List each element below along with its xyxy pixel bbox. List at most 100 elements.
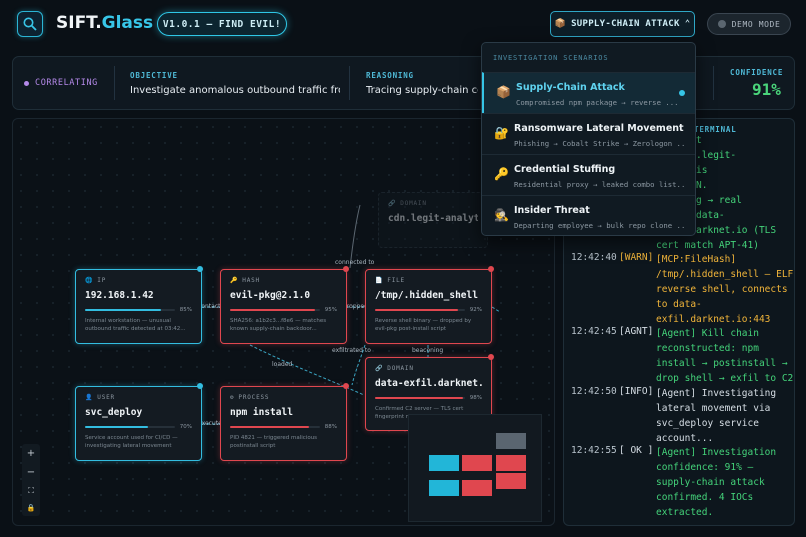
graph-node-ghost-domain[interactable]: 🔗DOMAIN cdn.legit-analytics...: [378, 192, 488, 248]
graph-node-ip[interactable]: 🌐 IP 192.168.1.42 85% Internal workstatio…: [75, 269, 202, 344]
node-description: Internal workstation — unusual outbound …: [85, 318, 186, 332]
package-icon: 📦: [554, 19, 567, 29]
log-level: [WARN]: [619, 252, 654, 263]
node-value: data-exfil.darknet.io: [375, 378, 482, 389]
scenario-item-insider-threat[interactable]: 🕵 Insider Threat Departing employee → bu…: [482, 195, 695, 236]
selected-indicator: [679, 90, 685, 96]
file-icon: 📄: [375, 277, 384, 284]
gear-icon: ⚙: [230, 394, 235, 401]
fit-view-button[interactable]: ⛶: [28, 486, 34, 496]
scenario-subtitle: Residential proxy → leaked combo list...: [514, 180, 686, 189]
node-port[interactable]: [343, 383, 349, 389]
lock-icon[interactable]: 🔒: [27, 504, 36, 512]
lock-icon: 🔐: [494, 126, 509, 140]
demo-mode-toggle[interactable]: DEMO MODE: [707, 13, 791, 35]
confidence-value: 91%: [752, 80, 781, 99]
graph-node-user[interactable]: 👤 USER svc_deploy 70% Service account use…: [75, 386, 202, 461]
node-port[interactable]: [197, 266, 203, 272]
log-timestamp: 12:42:50: [571, 386, 617, 397]
node-description: PID 4821 — triggered malicious postinsta…: [230, 435, 318, 449]
node-value: 192.168.1.42: [85, 290, 154, 301]
demo-mode-label: DEMO MODE: [731, 19, 781, 29]
zoom-in-button[interactable]: +: [27, 448, 35, 459]
node-type: HASH: [242, 277, 260, 284]
version-badge: V1.0.1 — FIND EVIL!: [157, 12, 287, 36]
node-type: PROCESS: [238, 394, 270, 401]
log-message: [MCP:FileHash] /tmp/.hidden_shell — ELF …: [656, 254, 794, 325]
scenario-selector-button[interactable]: 📦 SUPPLY-CHAIN ATTACK ⌃: [550, 11, 695, 37]
confidence-bar: [230, 309, 316, 311]
edge-label-connected-to: connected to: [335, 259, 375, 266]
node-value: evil-pkg@2.1.0: [230, 290, 311, 301]
app-logo[interactable]: [17, 11, 43, 37]
confidence-bar: [375, 397, 463, 399]
dropdown-header: INVESTIGATION SCENARIOS: [493, 54, 609, 62]
log-timestamp: 12:42:45: [571, 326, 617, 337]
minimap-node: [429, 480, 459, 496]
log-message: [Agent] Investigation confidence: 91% — …: [656, 447, 777, 518]
app-brand: SIFT.Glass: [56, 13, 154, 33]
detective-icon: 🕵: [494, 208, 509, 222]
node-type: DOMAIN: [387, 365, 414, 372]
node-port[interactable]: [343, 266, 349, 272]
confidence-bar: [230, 426, 309, 428]
edge-label-exfiltrated-to: exfiltrated to: [332, 347, 371, 354]
confidence-bar: [85, 426, 148, 428]
confidence-bar: [85, 309, 162, 311]
scenario-subtitle: Phishing → Cobalt Strike → Zerologon ...: [514, 139, 686, 148]
minimap-node: [496, 473, 526, 489]
scenario-item-supply-chain[interactable]: 📦 Supply-Chain Attack Compromised npm pa…: [482, 72, 695, 113]
node-description: SHA256: a1b2c3...f8e6 — matches known su…: [230, 318, 327, 332]
divider: [114, 66, 115, 100]
link-icon: 🔗: [375, 365, 384, 372]
minimap[interactable]: [408, 414, 542, 522]
node-value: svc_deploy: [85, 407, 143, 418]
divider: [713, 66, 714, 100]
graph-node-process[interactable]: ⚙ PROCESS npm install 88% PID 4821 — trig…: [220, 386, 347, 461]
globe-icon: 🌐: [85, 277, 94, 284]
node-type: IP: [97, 277, 107, 284]
node-port[interactable]: [488, 266, 494, 272]
link-icon: 🔗: [388, 200, 397, 207]
node-description: Reverse shell binary — dropped by evil-p…: [375, 318, 472, 332]
log-message: [Agent] Kill chain reconstructed: npm in…: [656, 328, 794, 384]
scenario-item-credential-stuffing[interactable]: 🔑 Credential Stuffing Residential proxy …: [482, 154, 695, 195]
node-value: npm install: [230, 407, 293, 418]
scenario-title: Credential Stuffing: [514, 164, 616, 175]
scenario-title: Supply-Chain Attack: [516, 82, 625, 93]
magnifier-icon: [23, 17, 37, 31]
edge-label-loaded: loaded: [272, 361, 293, 368]
node-type: USER: [97, 394, 115, 401]
log-timestamp: 12:42:40: [571, 252, 617, 263]
log-message: [Agent] Investigating lateral movement v…: [656, 388, 777, 444]
graph-node-file[interactable]: 📄 FILE /tmp/.hidden_shell 92% Reverse she…: [365, 269, 492, 344]
confidence-bar: [375, 309, 458, 311]
minimap-node: [462, 455, 492, 471]
node-port[interactable]: [197, 383, 203, 389]
divider: [349, 66, 350, 100]
minimap-node: [429, 455, 459, 471]
node-port[interactable]: [488, 354, 494, 360]
graph-node-hash[interactable]: 🔑 HASH evil-pkg@2.1.0 95% SHA256: a1b2c3.…: [220, 269, 347, 344]
zoom-out-button[interactable]: −: [27, 467, 35, 478]
scenario-subtitle: Departing employee → bulk repo clone ...: [514, 221, 686, 230]
edge-label-beaconing: beaconing: [412, 347, 444, 354]
chevron-up-icon: ⌃: [684, 19, 691, 29]
log-timestamp: 12:42:55: [571, 445, 617, 456]
scenario-selector-label: SUPPLY-CHAIN ATTACK: [571, 19, 680, 29]
reasoning-value: Tracing supply-chain comp: [366, 85, 478, 96]
reasoning-label: REASONING: [366, 71, 414, 80]
scenario-item-ransomware[interactable]: 🔐 Ransomware Lateral Movement Phishing →…: [482, 113, 695, 154]
confidence-label: CONFIDENCE: [730, 68, 784, 77]
log-level: [ OK ]: [619, 445, 654, 456]
objective-label: OBJECTIVE: [130, 71, 178, 80]
status-state: CORRELATING: [35, 78, 98, 88]
minimap-node: [496, 433, 526, 449]
scenario-title: Insider Threat: [514, 205, 590, 216]
log-level: [INFO]: [619, 386, 654, 397]
key-icon: 🔑: [494, 167, 509, 181]
status-dot: [24, 80, 29, 86]
status-indicator: CORRELATING: [24, 78, 98, 88]
log-level: [AGNT]: [619, 326, 654, 337]
zoom-controls: + − ⛶ 🔒: [22, 444, 40, 516]
